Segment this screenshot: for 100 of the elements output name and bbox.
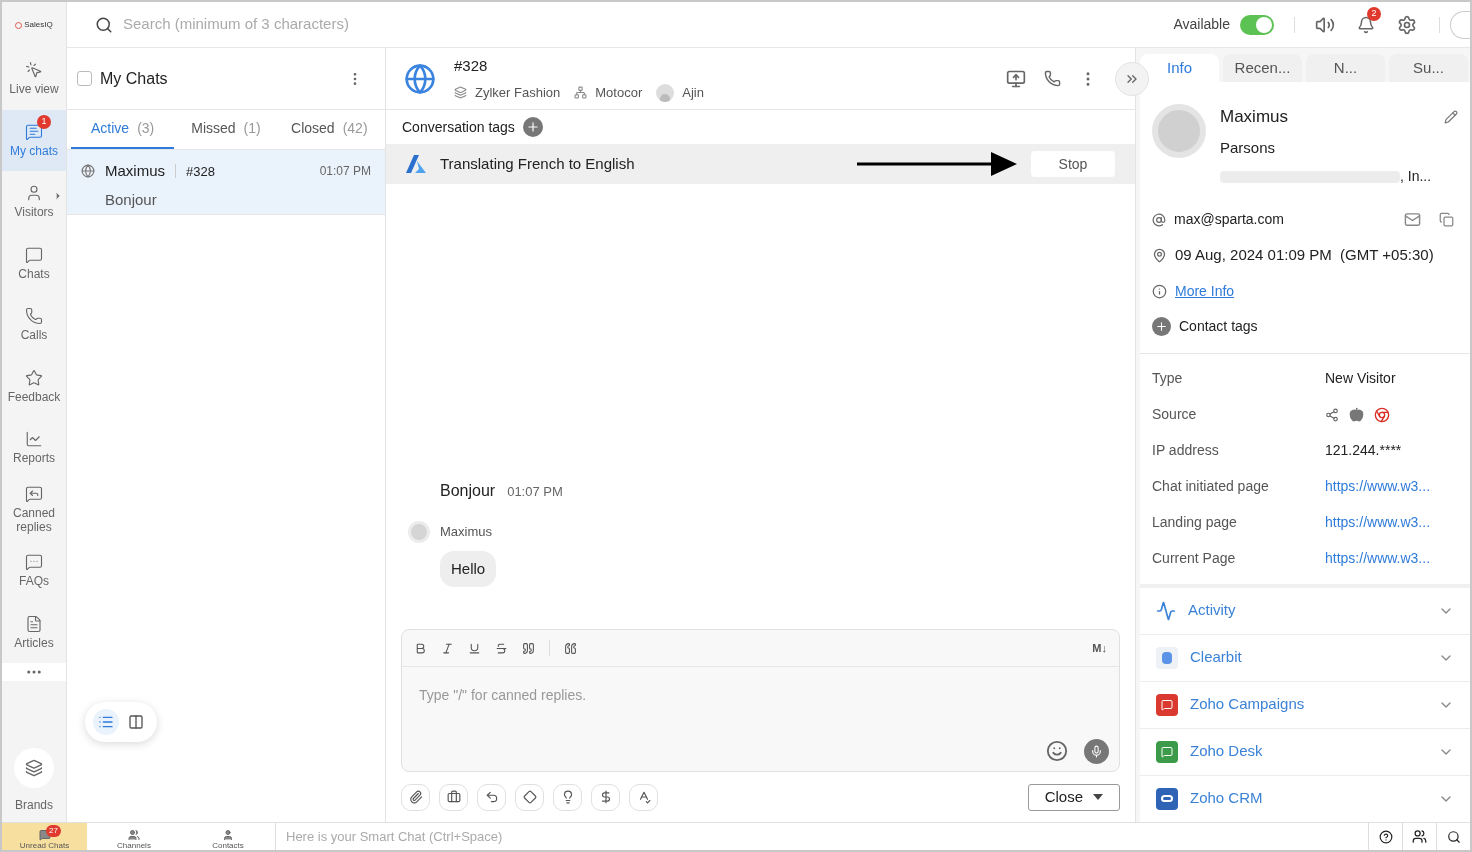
notification-badge: 27 bbox=[46, 825, 61, 837]
nav-item[interactable]: Visitors bbox=[2, 171, 66, 233]
mail-icon[interactable] bbox=[1404, 211, 1421, 228]
conversation-id: #328 bbox=[454, 55, 489, 76]
phone-icon[interactable] bbox=[1044, 70, 1061, 87]
detail-label: Type bbox=[1152, 369, 1184, 388]
help-icon[interactable] bbox=[1378, 829, 1393, 844]
hierarchy-icon bbox=[574, 86, 588, 100]
microphone-button[interactable] bbox=[1084, 738, 1109, 764]
section-label: Contact tags bbox=[1179, 316, 1258, 336]
copy-icon[interactable] bbox=[1439, 212, 1454, 227]
at-icon bbox=[1152, 212, 1166, 227]
info-tab[interactable]: Su... bbox=[1389, 54, 1468, 82]
edit-icon[interactable] bbox=[1444, 109, 1458, 124]
integration-row[interactable]: Clearbit bbox=[1140, 634, 1470, 682]
chat-bubble-icon bbox=[25, 122, 43, 141]
nav-label: My chats bbox=[10, 143, 58, 158]
azure-logo-icon bbox=[406, 155, 426, 173]
microphone-icon bbox=[1090, 744, 1103, 758]
message-bubble: Hello bbox=[440, 550, 497, 587]
nav-label: Live view bbox=[9, 82, 59, 97]
search-field[interactable]: Search (minimum of 3 characters) bbox=[123, 13, 1164, 36]
bold-icon[interactable] bbox=[414, 641, 427, 655]
search-icon bbox=[95, 15, 113, 34]
page-link[interactable]: https://www.w3... bbox=[1325, 548, 1431, 569]
message-composer[interactable]: M↓ Type "/" for canned replies. bbox=[401, 629, 1120, 772]
chat-filter-tab[interactable]: Missed (1) bbox=[174, 110, 278, 149]
nav-item[interactable]: Chats bbox=[2, 232, 66, 294]
reply-icon[interactable] bbox=[477, 783, 506, 811]
message-time: 01:07 PM bbox=[507, 482, 563, 501]
nav-label: Canned replies bbox=[11, 505, 56, 534]
nav-item[interactable]: Calls bbox=[2, 294, 66, 356]
chat-list-item[interactable]: Maximus #328 01:07 PM Bonjour bbox=[67, 150, 385, 215]
nav-item[interactable]: FAQs bbox=[2, 540, 66, 602]
speaker-icon[interactable] bbox=[1315, 14, 1335, 35]
quote-icon[interactable] bbox=[564, 641, 577, 655]
integration-row[interactable]: Activity bbox=[1140, 587, 1470, 635]
cursor-icon bbox=[25, 61, 43, 80]
info-tab[interactable]: Recen... bbox=[1223, 54, 1302, 82]
search-icon[interactable] bbox=[1446, 829, 1461, 844]
availability-toggle[interactable] bbox=[1240, 14, 1274, 35]
layers-icon[interactable] bbox=[25, 759, 43, 777]
question-bubble-icon bbox=[25, 553, 43, 572]
add-tag-button[interactable] bbox=[522, 117, 543, 137]
underline-icon[interactable] bbox=[468, 641, 481, 655]
notification-icon[interactable] bbox=[1357, 15, 1375, 34]
integration-row[interactable]: Zoho Campaigns bbox=[1140, 681, 1470, 729]
brand-name: Zylker Fashion bbox=[475, 84, 561, 102]
nav-item[interactable]: 1 My chats bbox=[2, 109, 66, 171]
nav-label: Chats bbox=[18, 266, 50, 281]
quote-icon[interactable] bbox=[522, 641, 535, 655]
star-icon bbox=[25, 368, 43, 387]
department-name: Motocor bbox=[595, 84, 643, 102]
emoji-icon[interactable] bbox=[1046, 740, 1068, 762]
markdown-toggle[interactable]: M↓ bbox=[1092, 639, 1107, 657]
list-view-icon[interactable] bbox=[93, 709, 119, 735]
integration-row[interactable]: Zoho Desk bbox=[1140, 728, 1470, 776]
nav-item[interactable]: Canned replies bbox=[2, 478, 66, 540]
lightbulb-icon[interactable] bbox=[553, 783, 582, 811]
detail-value: 121.244.**** bbox=[1325, 441, 1402, 460]
apple-icon bbox=[1349, 407, 1364, 422]
more-info-link[interactable]: More Info bbox=[1175, 280, 1235, 302]
settings-icon[interactable] bbox=[1397, 14, 1417, 35]
visitor-local-time: 09 Aug, 2024 01:09 PM (GMT +05:30) bbox=[1175, 245, 1434, 265]
message-text: Bonjour bbox=[440, 480, 496, 501]
expand-arrow-icon[interactable] bbox=[53, 191, 63, 201]
chrome-icon bbox=[1374, 406, 1390, 423]
nav-item[interactable]: Reports bbox=[2, 417, 66, 479]
italic-icon[interactable] bbox=[441, 641, 454, 655]
chat-filter-tab[interactable]: Closed (42) bbox=[277, 110, 381, 149]
stop-button[interactable]: Stop bbox=[1031, 151, 1115, 177]
people-icon[interactable] bbox=[1412, 829, 1427, 844]
page-link[interactable]: https://www.w3... bbox=[1325, 476, 1431, 497]
screen-share-icon[interactable] bbox=[1006, 68, 1026, 89]
add-tag-button[interactable] bbox=[1152, 316, 1171, 336]
chat-bubble-icon bbox=[25, 245, 43, 264]
briefcase-icon[interactable] bbox=[439, 783, 468, 811]
spellcheck-icon[interactable] bbox=[629, 783, 658, 811]
nav-label: Calls bbox=[20, 328, 48, 343]
bottom-tab[interactable]: 27 Unread Chats bbox=[2, 823, 87, 850]
plus-icon bbox=[525, 120, 540, 134]
close-chat-button[interactable]: Close bbox=[1027, 783, 1120, 811]
paperclip-icon[interactable] bbox=[401, 783, 430, 811]
nav-item[interactable]: Articles bbox=[2, 601, 66, 663]
detail-label: IP address bbox=[1152, 441, 1220, 460]
message-input[interactable]: Type "/" for canned replies. bbox=[402, 667, 1119, 731]
nav-item[interactable]: Feedback bbox=[2, 355, 66, 417]
diamond-icon[interactable] bbox=[515, 783, 544, 811]
detail-label: Current Page bbox=[1152, 549, 1237, 568]
page-link[interactable]: https://www.w3... bbox=[1325, 512, 1431, 533]
nav-item[interactable]: Live view bbox=[2, 48, 66, 110]
info-tab[interactable]: N... bbox=[1306, 54, 1385, 82]
strikethrough-icon[interactable] bbox=[495, 641, 508, 655]
info-tab[interactable]: Info bbox=[1140, 54, 1219, 82]
smart-chat-field[interactable]: Here is your Smart Chat (Ctrl+Space) bbox=[276, 823, 1368, 850]
layers-icon bbox=[454, 86, 467, 100]
dollar-icon[interactable] bbox=[591, 783, 620, 811]
agent-name: Ajin bbox=[682, 84, 704, 102]
nav-label: FAQs bbox=[19, 574, 49, 589]
select-all-checkbox[interactable] bbox=[77, 71, 92, 86]
